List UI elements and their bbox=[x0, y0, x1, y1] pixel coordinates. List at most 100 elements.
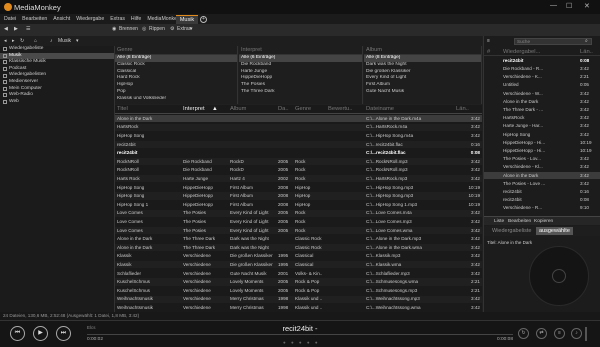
np-col-number[interactable]: # bbox=[487, 49, 490, 55]
album-item[interactable]: First Album bbox=[364, 82, 481, 89]
playlist-row[interactable]: Harte Junge - Har... 3:42 bbox=[484, 123, 600, 130]
table-row[interactable]: Weihnachtsmusik Verschiedene Merry Christm… bbox=[115, 295, 482, 303]
table-row[interactable]: Schlaflieder Verschiedene Gute Nacht Musik… bbox=[115, 270, 482, 277]
minimize-button[interactable]: — bbox=[550, 2, 557, 9]
genre-item[interactable]: Klassik und Volkslieder bbox=[115, 96, 237, 103]
genre-item[interactable]: Classic Rock bbox=[115, 62, 237, 69]
table-row[interactable]: Love Comes The Posies Every Kind of Light 2… bbox=[115, 218, 482, 225]
seek-bar[interactable] bbox=[87, 334, 513, 335]
playlist-row[interactable]: Verschiedene - Kl... 3:42 bbox=[484, 164, 600, 171]
column-interpret[interactable]: Interpret bbox=[183, 106, 205, 112]
menu-wiedergabe[interactable]: Wiedergabe bbox=[76, 14, 104, 24]
np-col-length[interactable]: Län.. bbox=[580, 49, 593, 55]
table-row[interactable]: Klassik Verschiedene Die großen Klassiker 1… bbox=[115, 261, 482, 269]
playlist-row[interactable]: Die Rockband - R... 3:42 bbox=[484, 65, 600, 72]
close-button[interactable]: ✕ bbox=[584, 2, 590, 10]
interpret-item[interactable]: The Posies bbox=[239, 82, 362, 89]
genre-item[interactable]: HipHop bbox=[115, 82, 237, 89]
playlist-row[interactable]: The Posies - Love ... 3:42 bbox=[484, 180, 600, 187]
previous-button[interactable]: ⏮ bbox=[10, 326, 25, 341]
home-icon[interactable]: ⌂ bbox=[34, 38, 37, 44]
playlist-row[interactable]: recit24bit 0:08 bbox=[484, 57, 600, 64]
menu-bearbeiten[interactable]: Bearbeiten bbox=[22, 14, 47, 24]
tab-liste[interactable]: Liste bbox=[494, 219, 504, 224]
tab-kopieren[interactable]: Kopieren bbox=[534, 219, 553, 224]
table-row[interactable]: Harts Rock Harte Junge Hartz 4 2002 Rock C:\.… bbox=[115, 175, 482, 183]
volume-slider[interactable] bbox=[585, 327, 587, 341]
column-year[interactable]: Da.. bbox=[278, 106, 289, 112]
interpret-item[interactable]: HippeDieHopp bbox=[239, 75, 362, 82]
playlist-row[interactable]: HartsRock 3:42 bbox=[484, 114, 600, 121]
playlist-row[interactable]: recit24bit 0:08 bbox=[484, 196, 600, 203]
refresh-icon[interactable]: ↻ bbox=[20, 38, 24, 44]
volume-icon[interactable]: ♪ bbox=[571, 328, 582, 339]
interpret-pane-header[interactable]: Interpret bbox=[239, 46, 362, 55]
playlist-row[interactable]: recit24bit 0:16 bbox=[484, 188, 600, 195]
rip-button[interactable]: Rippen bbox=[149, 26, 165, 32]
interpret-item[interactable]: Die Rockband bbox=[239, 62, 362, 69]
sidebar-item-wiedergabeliste[interactable]: Wiedergabeliste bbox=[0, 46, 114, 53]
add-tab-icon[interactable]: + bbox=[200, 16, 207, 23]
tab-musik[interactable]: Musik bbox=[176, 15, 198, 24]
table-row[interactable]: HipHop Song C:\...HipHop Song.m4a 3:42 bbox=[115, 132, 482, 139]
forward-icon[interactable]: ▶ bbox=[14, 26, 18, 32]
playlist-row[interactable]: HipHop Song 3:42 bbox=[484, 131, 600, 138]
extras-icon[interactable]: ⚙ bbox=[170, 26, 174, 32]
table-row[interactable]: Klassik Verschiedene Die großen Klassiker 1… bbox=[115, 253, 482, 260]
panel-menu-icon[interactable]: ≡ bbox=[487, 38, 490, 44]
back-circle-icon[interactable]: ◂ bbox=[4, 38, 7, 44]
column-length[interactable]: Län.. bbox=[456, 106, 469, 112]
back-icon[interactable]: ◀ bbox=[4, 26, 8, 32]
table-row[interactable]: recit24bit C:\...recit24bit.flac 0:16 bbox=[115, 140, 482, 149]
table-row[interactable]: Alone in the Dark The Three Dark Dark was … bbox=[115, 244, 482, 252]
interpret-item[interactable]: The Three Dark bbox=[239, 89, 362, 96]
table-row[interactable]: KuschelSchmus Verschiedene Lovely Moments 2… bbox=[115, 287, 482, 294]
playlist-row[interactable]: The Posies - Lov... 3:42 bbox=[484, 155, 600, 162]
album-item[interactable]: Die großen Klassiker bbox=[364, 69, 481, 76]
menu-extras[interactable]: Extras bbox=[110, 14, 125, 24]
album-item[interactable]: Dark was the Night bbox=[364, 62, 481, 69]
np-col-title[interactable]: Wiedergabel... bbox=[503, 49, 540, 55]
options-icon[interactable]: ☰ bbox=[26, 26, 30, 32]
table-row[interactable]: HipHop Song 1 HippeDieHopp First Album 2008… bbox=[115, 201, 482, 208]
equalizer-icon[interactable]: ≡ bbox=[554, 328, 565, 339]
album-pane-header[interactable]: Album bbox=[364, 46, 481, 55]
playlist-row[interactable]: HippeDieHopp - Hi... 10:19 bbox=[484, 139, 600, 146]
table-row[interactable]: KuschelSchmus Verschiedene Lovely Moments 2… bbox=[115, 278, 482, 286]
burn-icon[interactable]: ◉ bbox=[112, 26, 116, 32]
album-item[interactable]: Gute Nacht Musik bbox=[364, 89, 481, 96]
sidebar-item-web[interactable]: Web bbox=[0, 99, 114, 106]
sidebar-item-klassische-musik[interactable]: Klassische Musik bbox=[0, 59, 114, 66]
table-row[interactable]: Alone in the Dark The Three Dark Dark was … bbox=[115, 235, 482, 242]
shuffle-icon[interactable]: ⇄ bbox=[536, 328, 547, 339]
next-button[interactable]: ⏭ bbox=[56, 326, 71, 341]
table-row[interactable]: Weihnachtsmusik Verschiedene Merry Christm… bbox=[115, 304, 482, 311]
table-row[interactable]: HipHop Song HippeDieHopp First Album 2008 Hi… bbox=[115, 184, 482, 191]
column-filename[interactable]: Dateiname bbox=[366, 106, 394, 112]
search-icon[interactable]: ⌕ bbox=[585, 38, 588, 44]
table-row[interactable]: HartsRock C:\...HartsRock.m4a 3:42 bbox=[115, 123, 482, 131]
genre-item[interactable]: Hard Rock bbox=[115, 75, 237, 82]
menu-datei[interactable]: Datei bbox=[4, 14, 16, 24]
genre-item[interactable]: Alle (8 Einträge) bbox=[115, 55, 237, 62]
menu-hilfe[interactable]: Hilfe bbox=[131, 14, 141, 24]
album-item[interactable]: Every Kind of Light bbox=[364, 75, 481, 82]
table-row[interactable]: recit24bit C:\...recit24bit.flac 0:08 bbox=[115, 149, 482, 156]
breadcrumb[interactable]: Musik bbox=[58, 38, 71, 44]
playlist-row[interactable]: Alone in the Dark 3:42 bbox=[484, 98, 600, 105]
album-item[interactable]: Alle (8 Einträge) bbox=[364, 55, 481, 62]
playlist-row[interactable]: Verschiedene - K... 2:21 bbox=[484, 73, 600, 80]
column-rating[interactable]: Bewertu.. bbox=[328, 106, 353, 112]
table-row[interactable]: Love Comes The Posies Every Kind of Light 2… bbox=[115, 209, 482, 217]
play-button[interactable]: ▶ bbox=[33, 326, 48, 341]
maximize-button[interactable]: ☐ bbox=[566, 2, 572, 10]
subtab-ausgewaehlte[interactable]: ausgewählte bbox=[536, 227, 573, 235]
rip-icon[interactable]: ◎ bbox=[142, 26, 146, 32]
subtab-wiedergabeliste[interactable]: Wiedergabeliste bbox=[492, 228, 531, 234]
playlist-row[interactable]: Verschiedene - W... 3:42 bbox=[484, 90, 600, 97]
menu-ansicht[interactable]: Ansicht bbox=[53, 14, 70, 24]
interpret-item[interactable]: Harte Junge bbox=[239, 69, 362, 76]
sidebar-item-medienserver[interactable]: Medienserver bbox=[0, 79, 114, 86]
playlist-row[interactable]: Verschiedene - R... 9:10 bbox=[484, 205, 600, 212]
column-title[interactable]: Titel bbox=[117, 106, 128, 112]
